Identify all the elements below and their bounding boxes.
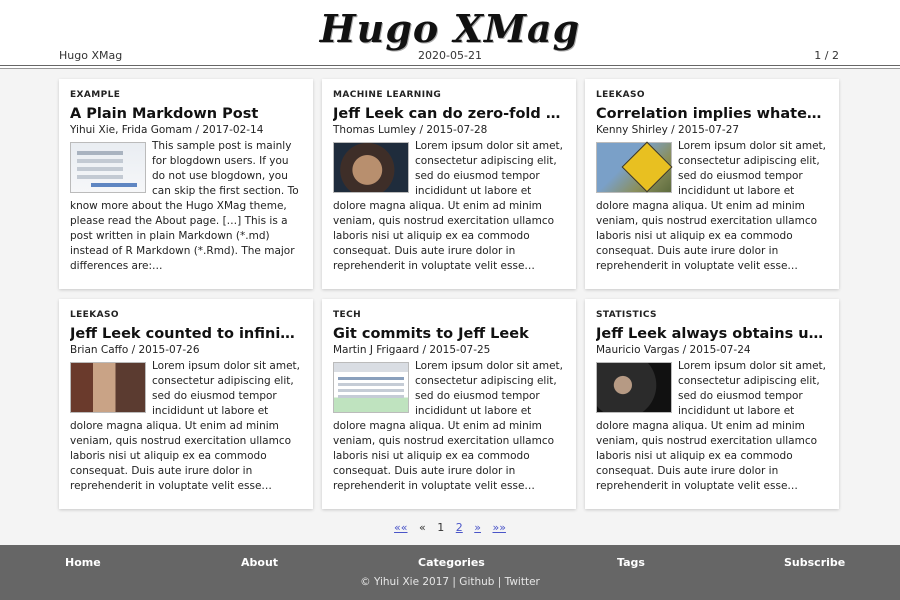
post-summary: Lorem ipsum dolor sit amet, consectetur … bbox=[333, 139, 564, 274]
post-title[interactable]: Jeff Leek can do zero-fold cr… bbox=[333, 106, 564, 122]
page-indicator: 1 / 2 bbox=[814, 49, 839, 62]
post-thumbnail-image[interactable] bbox=[70, 362, 146, 413]
post-card[interactable]: EXAMPLE A Plain Markdown Post Yihui Xie,… bbox=[59, 79, 313, 289]
footer-nav-tags[interactable]: Tags bbox=[617, 556, 645, 569]
pagination-prev: « bbox=[419, 521, 426, 534]
post-summary: Lorem ipsum dolor sit amet, consectetur … bbox=[596, 359, 827, 494]
post-summary: Lorem ipsum dolor sit amet, consectetur … bbox=[596, 139, 827, 274]
post-card[interactable]: MACHINE LEARNING Jeff Leek can do zero-f… bbox=[322, 79, 576, 289]
post-thumbnail-image[interactable] bbox=[333, 142, 409, 193]
site-header: Hugo XMag Hugo XMag 2020-05-21 1 / 2 bbox=[0, 0, 900, 69]
post-byline: Mauricio Vargas / 2015-07-24 bbox=[596, 344, 751, 356]
site-title[interactable]: Hugo XMag bbox=[0, 6, 900, 51]
post-category[interactable]: TECH bbox=[333, 310, 564, 320]
post-grid: EXAMPLE A Plain Markdown Post Yihui Xie,… bbox=[59, 79, 839, 511]
post-card[interactable]: LEEKASO Correlation implies whateve… Ken… bbox=[585, 79, 839, 289]
post-title[interactable]: Jeff Leek counted to infinity.… bbox=[70, 326, 301, 342]
post-category[interactable]: MACHINE LEARNING bbox=[333, 90, 564, 100]
footer-nav-home[interactable]: Home bbox=[65, 556, 101, 569]
site-footer: Home About Categories Tags Subscribe © Y… bbox=[0, 545, 900, 600]
post-title[interactable]: A Plain Markdown Post bbox=[70, 106, 301, 122]
post-card[interactable]: STATISTICS Jeff Leek always obtains unb…… bbox=[585, 299, 839, 509]
header-divider-top bbox=[0, 65, 900, 66]
post-title[interactable]: Git commits to Jeff Leek bbox=[333, 326, 564, 342]
post-byline: Kenny Shirley / 2015-07-27 bbox=[596, 124, 740, 136]
pagination-next-link[interactable]: » bbox=[474, 521, 481, 534]
post-category[interactable]: LEEKASO bbox=[596, 90, 827, 100]
pagination-first-link[interactable]: «« bbox=[394, 521, 407, 534]
pagination-last-link[interactable]: »» bbox=[492, 521, 505, 534]
post-byline: Thomas Lumley / 2015-07-28 bbox=[333, 124, 488, 136]
post-title[interactable]: Jeff Leek always obtains unb… bbox=[596, 326, 827, 342]
pagination: «« « 1 2 » »» bbox=[0, 521, 900, 534]
post-byline: Yihui Xie, Frida Gomam / 2017-02-14 bbox=[70, 124, 264, 136]
post-title[interactable]: Correlation implies whateve… bbox=[596, 106, 827, 122]
post-byline: Martin J Frigaard / 2015-07-25 bbox=[333, 344, 491, 356]
post-category[interactable]: EXAMPLE bbox=[70, 90, 301, 100]
post-category[interactable]: STATISTICS bbox=[596, 310, 827, 320]
post-card[interactable]: LEEKASO Jeff Leek counted to infinity.… … bbox=[59, 299, 313, 509]
post-thumbnail-image[interactable] bbox=[333, 362, 409, 413]
footer-nav-categories[interactable]: Categories bbox=[418, 556, 485, 569]
post-summary: This sample post is mainly for blogdown … bbox=[70, 139, 301, 274]
current-date: 2020-05-21 bbox=[418, 49, 482, 62]
post-thumbnail-image[interactable] bbox=[70, 142, 146, 193]
header-divider-bottom bbox=[0, 68, 900, 69]
post-thumbnail-image[interactable] bbox=[596, 142, 672, 193]
pagination-page-2-link[interactable]: 2 bbox=[456, 521, 463, 534]
post-summary: Lorem ipsum dolor sit amet, consectetur … bbox=[333, 359, 564, 494]
post-summary: Lorem ipsum dolor sit amet, consectetur … bbox=[70, 359, 301, 494]
post-category[interactable]: LEEKASO bbox=[70, 310, 301, 320]
post-byline: Brian Caffo / 2015-07-26 bbox=[70, 344, 200, 356]
footer-copyright: © Yihui Xie 2017 | Github | Twitter bbox=[360, 576, 540, 588]
pagination-current-page: 1 bbox=[437, 521, 445, 534]
footer-nav-about[interactable]: About bbox=[241, 556, 278, 569]
post-card[interactable]: TECH Git commits to Jeff Leek Martin J F… bbox=[322, 299, 576, 509]
post-thumbnail-image[interactable] bbox=[596, 362, 672, 413]
footer-nav-subscribe[interactable]: Subscribe bbox=[784, 556, 845, 569]
